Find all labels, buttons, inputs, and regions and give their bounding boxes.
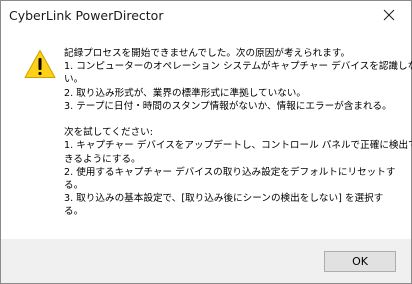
close-icon — [383, 9, 395, 21]
message-text: 記録プロセスを開始できませんでした。次の原因が考えられます。 1. コンピュータ… — [64, 47, 412, 219]
close-button[interactable] — [367, 1, 411, 29]
cause-line: 3. テープに日付・時間のスタンプ情報がないか、情報にエラーが含まれる。 — [64, 100, 392, 112]
cause-line: 2. 取り込み形式が、業界の標準形式に準拠していない。 — [64, 87, 306, 99]
error-dialog: CyberLink PowerDirector 記録プロセスを開始できませんでし… — [0, 0, 412, 284]
warning-icon — [24, 50, 56, 78]
button-bar: OK — [1, 239, 411, 283]
message-intro: 記録プロセスを開始できませんでした。次の原因が考えられます。 — [64, 48, 351, 59]
solution-line: る。 — [64, 206, 84, 218]
solution-line: る。 — [64, 180, 84, 192]
window-title: CyberLink PowerDirector — [9, 8, 164, 23]
ok-button[interactable]: OK — [324, 251, 396, 272]
solution-line: 3. 取り込みの基本設定で、[取り込み後にシーンの検出をしない] を選択す — [64, 193, 384, 205]
solution-line: きるようにする。 — [64, 153, 141, 165]
solution-line: 2. 使用するキャプチャー デバイスの取り込み設定をデフォルトにリセットす — [64, 166, 396, 178]
dialog-content: 記録プロセスを開始できませんでした。次の原因が考えられます。 1. コンピュータ… — [1, 31, 412, 239]
cause-line: 1. コンピューターのオペレーション システムがキャプチャー デバイスを認識しな — [64, 61, 412, 73]
solution-line: 1. キャプチャー デバイスをアップデートし、コントロール パネルで正確に検出で — [64, 140, 412, 152]
try-heading: 次を試してください: — [64, 127, 153, 139]
title-bar[interactable]: CyberLink PowerDirector — [1, 1, 411, 31]
cause-line: い。 — [64, 74, 84, 86]
